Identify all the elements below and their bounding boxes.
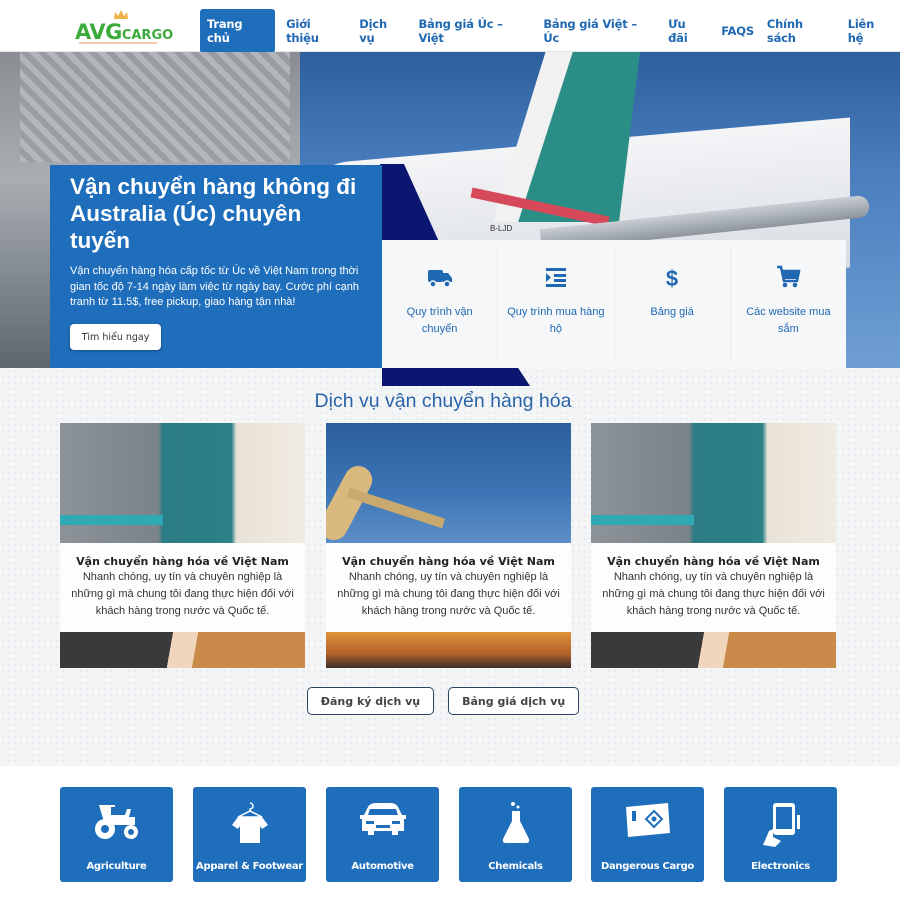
services-section: Dịch vụ vận chuyển hàng hóa Vận chuyển h… [0,368,900,766]
service-card[interactable]: Vận chuyển hàng hóa về Việt Nam Nhanh ch… [591,423,836,668]
quick-link-pricing[interactable]: $ Bảng giá [615,248,731,360]
navy-accent-bar [382,368,530,386]
quick-links: Quy trình vận chuyển Quy trình mua hàng … [382,240,846,368]
hero-card: Vận chuyển hàng không đi Australia (Úc) … [50,165,382,368]
truck-icon [427,270,452,288]
shopping-cart-icon [777,265,801,288]
tractor-icon [94,805,138,839]
hero-description: Vận chuyển hàng hóa cấp tốc từ Úc về Việ… [70,265,359,308]
truck-image [60,423,305,543]
truck-image [591,423,836,543]
port-image [326,632,571,668]
tablet-hand-icon [762,803,800,847]
service-description: Nhanh chóng, uy tín và chuyên nghiệp là … [602,571,825,617]
category-dangerous-cargo[interactable]: Dangerous Cargo [591,787,704,882]
airplane-image [326,423,571,545]
main-nav: Trang chủ Giới thiệu Dịch vụ Bảng giá Úc… [200,9,900,53]
quick-link-shopping-sites[interactable]: Các website mua sắm [731,248,846,360]
quick-link-label: Các website mua sắm [746,306,831,335]
nav-contact[interactable]: Liên hệ [842,9,899,53]
nav-about[interactable]: Giới thiệu [280,9,352,53]
service-card[interactable]: Vận chuyển hàng hóa về Việt Nam Nhanh ch… [60,423,305,668]
category-label: Agriculture [86,861,147,872]
nav-faqs[interactable]: FAQS [715,16,760,46]
quick-link-label: Quy trình vận chuyển [406,306,473,335]
logo[interactable]: AVGCARGO [75,10,173,46]
category-apparel[interactable]: Apparel & Footwear [193,787,306,882]
learn-more-button[interactable]: Tìm hiểu ngay [70,324,161,350]
svg-text:$: $ [666,266,678,290]
nav-offers[interactable]: Ưu đãi [662,9,714,53]
dollar-icon: $ [666,266,678,290]
quick-link-shipping-process[interactable]: Quy trình vận chuyển [382,248,499,360]
category-label: Apparel & Footwear [196,861,303,872]
nav-pricing-vn-au[interactable]: Bảng giá Việt – Úc [537,9,661,53]
plane-registration: B-LJD [490,224,513,233]
nav-policy[interactable]: Chính sách [761,9,841,53]
category-electronics[interactable]: Electronics [724,787,837,882]
service-title: Vận chuyển hàng hóa về Việt Nam [342,555,555,568]
quick-link-label: Quy trình mua hàng hộ [507,306,605,335]
quick-link-label: Bảng giá [650,306,694,318]
register-service-button[interactable]: Đăng ký dịch vụ [306,687,435,715]
shirt-hanger-icon [231,802,268,843]
service-card[interactable]: Vận chuyển hàng hóa về Việt Nam Nhanh ch… [326,423,571,668]
services-actions: Đăng ký dịch vụ Bảng giá dịch vụ [0,687,900,715]
logo-text: AVGCARGO [75,20,174,44]
category-label: Automotive [351,861,414,872]
flask-icon [502,802,529,843]
service-title: Vận chuyển hàng hóa về Việt Nam [76,555,289,568]
car-icon [359,803,406,835]
logo-tagline [79,42,157,44]
category-label: Electronics [751,861,810,872]
hazard-box-icon [625,803,670,837]
quick-link-purchase-process[interactable]: Quy trình mua hàng hộ [498,248,615,360]
nav-pricing-au-vn[interactable]: Bảng giá Úc – Việt [412,9,536,53]
service-description: Nhanh chóng, uy tín và chuyên nghiệp là … [71,571,294,617]
indent-list-icon [545,268,566,287]
services-heading: Dịch vụ vận chuyển hàng hóa [314,390,572,412]
category-label: Dangerous Cargo [600,861,694,872]
site-header: AVGCARGO Trang chủ Giới thiệu Dịch vụ Bả… [0,0,900,53]
crown-icon [114,10,128,19]
cargo-categories: Agriculture Apparel & Footwear Automotiv… [0,766,900,901]
category-label: Chemicals [488,861,543,872]
category-chemicals[interactable]: Chemicals [459,787,572,882]
hero-title: Vận chuyển hàng không đi Australia (Úc) … [70,174,357,253]
service-description: Nhanh chóng, uy tín và chuyên nghiệp là … [337,571,560,617]
service-title: Vận chuyển hàng hóa về Việt Nam [607,555,820,568]
nav-home[interactable]: Trang chủ [200,9,276,53]
category-agriculture[interactable]: Agriculture [60,787,173,882]
nav-services[interactable]: Dịch vụ [353,9,411,53]
category-automotive[interactable]: Automotive [326,787,439,882]
service-pricing-button[interactable]: Bảng giá dịch vụ [448,687,580,715]
